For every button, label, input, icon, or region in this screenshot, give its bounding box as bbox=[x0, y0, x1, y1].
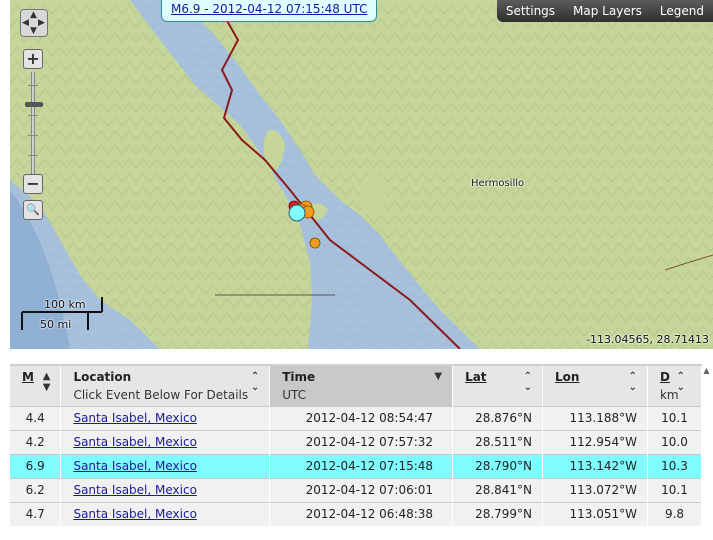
sort-desc-icon[interactable]: ▼ bbox=[434, 371, 442, 382]
lon-cell: 112.954°W bbox=[542, 429, 648, 454]
sort-both-icon[interactable]: ⌃ ⌄ bbox=[629, 371, 637, 393]
column-sublabel: UTC bbox=[282, 388, 307, 402]
quake-marker-selected bbox=[288, 204, 306, 222]
sort-both-icon[interactable]: ⌃ ⌄ bbox=[524, 371, 532, 393]
sort-both-icon[interactable]: ⌃ ⌄ bbox=[677, 371, 685, 393]
column-sublabel: Click Event Below For Details bbox=[73, 388, 249, 402]
scale-bar: 100 km 50 mi bbox=[22, 295, 122, 335]
zoom-in-button[interactable]: + bbox=[23, 49, 43, 69]
zoom-tick bbox=[28, 135, 38, 136]
map-layers-button[interactable]: Map Layers bbox=[564, 0, 651, 22]
lat-cell: 28.790°N bbox=[452, 453, 544, 478]
time-cell: 2012-04-12 06:48:38 bbox=[269, 501, 454, 526]
pan-left-icon[interactable]: ◀ bbox=[22, 19, 29, 28]
zoom-slider-track[interactable] bbox=[31, 72, 35, 174]
column-header-location[interactable]: Location Click Event Below For Details ⌃… bbox=[60, 366, 271, 406]
magnifier-icon[interactable]: 🔍 bbox=[23, 200, 43, 220]
lon-cell: 113.142°W bbox=[542, 453, 648, 478]
lon-cell: 113.072°W bbox=[542, 477, 648, 502]
legend-button[interactable]: Legend bbox=[651, 0, 713, 22]
location-link[interactable]: Santa Isabel, Mexico bbox=[73, 459, 196, 473]
quake-marker bbox=[309, 237, 321, 249]
magnitude-cell: 4.7 bbox=[10, 501, 62, 526]
column-header-depth[interactable]: D km ⌃ ⌄ bbox=[647, 366, 703, 406]
location-cell: Santa Isabel, Mexico bbox=[60, 429, 271, 454]
earthquake-table: M ▲ ▼ Location Click Event Below For Deta… bbox=[10, 366, 703, 526]
column-header-lat[interactable]: Lat ⌃ ⌄ bbox=[452, 366, 544, 406]
pan-right-icon[interactable]: ▶ bbox=[38, 19, 45, 28]
table-row[interactable]: 6.2 Santa Isabel, Mexico 2012-04-12 07:06:… bbox=[10, 477, 703, 502]
map-toolbar: Settings Map Layers Legend bbox=[496, 0, 713, 22]
magnitude-cell: 6.2 bbox=[10, 477, 62, 502]
column-header-time[interactable]: Time UTC ▼ bbox=[269, 366, 454, 406]
scale-km-label: 100 km bbox=[44, 298, 86, 311]
table-row[interactable]: 4.2 Santa Isabel, Mexico 2012-04-12 07:57:… bbox=[10, 429, 703, 454]
time-cell: 2012-04-12 08:54:47 bbox=[269, 405, 454, 430]
pan-up-icon[interactable]: ▲ bbox=[30, 11, 37, 20]
column-label: M bbox=[22, 370, 34, 384]
depth-cell: 9.8 bbox=[647, 501, 703, 526]
zoom-tick bbox=[28, 155, 38, 156]
cursor-coordinates: -113.04565, 28.71413 bbox=[586, 333, 709, 346]
zoom-slider-handle[interactable] bbox=[25, 102, 43, 107]
column-label: Lat bbox=[465, 370, 487, 384]
sort-both-icon[interactable]: ▲ ▼ bbox=[43, 371, 51, 393]
settings-button[interactable]: Settings bbox=[497, 0, 564, 22]
magnitude-cell: 4.4 bbox=[10, 405, 62, 430]
scale-mi-label: 50 mi bbox=[40, 318, 72, 331]
lat-cell: 28.841°N bbox=[452, 477, 544, 502]
sort-both-icon[interactable]: ⌃ ⌄ bbox=[251, 371, 259, 393]
table-row[interactable]: 4.7 Santa Isabel, Mexico 2012-04-12 06:48:… bbox=[10, 501, 703, 526]
depth-cell: 10.0 bbox=[647, 429, 703, 454]
location-link[interactable]: Santa Isabel, Mexico bbox=[73, 435, 196, 449]
column-label: Location bbox=[73, 370, 132, 384]
magnitude-cell: 6.9 bbox=[10, 453, 62, 478]
depth-cell: 10.1 bbox=[647, 405, 703, 430]
earthquake-map[interactable]: ▲ ▼ ◀ ▶ + − 🔍 M6.9 - 2012-04-12 07:15:48… bbox=[10, 0, 713, 349]
event-popup-link[interactable]: M6.9 - 2012-04-12 07:15:48 UTC bbox=[161, 0, 378, 22]
zoom-tick bbox=[28, 85, 38, 86]
zoom-tick bbox=[28, 115, 38, 116]
column-label: Time bbox=[282, 370, 316, 384]
time-cell: 2012-04-12 07:57:32 bbox=[269, 429, 454, 454]
magnitude-cell: 4.2 bbox=[10, 429, 62, 454]
column-label: D bbox=[659, 370, 670, 384]
location-link[interactable]: Santa Isabel, Mexico bbox=[73, 483, 196, 497]
time-cell: 2012-04-12 07:15:48 bbox=[269, 453, 454, 478]
location-link[interactable]: Santa Isabel, Mexico bbox=[73, 411, 196, 425]
location-link[interactable]: Santa Isabel, Mexico bbox=[73, 507, 196, 521]
lat-cell: 28.799°N bbox=[452, 501, 544, 526]
location-cell: Santa Isabel, Mexico bbox=[60, 453, 271, 478]
pan-control[interactable]: ▲ ▼ ◀ ▶ bbox=[20, 9, 48, 37]
time-cell: 2012-04-12 07:06:01 bbox=[269, 477, 454, 502]
pan-down-icon[interactable]: ▼ bbox=[30, 27, 37, 36]
column-label: Lon bbox=[555, 370, 580, 384]
depth-cell: 10.3 bbox=[647, 453, 703, 478]
table-header-row: M ▲ ▼ Location Click Event Below For Deta… bbox=[10, 366, 703, 406]
table-row[interactable]: 6.9 Santa Isabel, Mexico 2012-04-12 07:15:… bbox=[10, 453, 703, 478]
app-root: ▲ ▼ ◀ ▶ + − 🔍 M6.9 - 2012-04-12 07:15:48… bbox=[0, 0, 713, 540]
location-cell: Santa Isabel, Mexico bbox=[60, 501, 271, 526]
scroll-up-icon[interactable]: ▲ bbox=[702, 366, 711, 376]
lat-cell: 28.511°N bbox=[452, 429, 544, 454]
depth-cell: 10.1 bbox=[647, 477, 703, 502]
lon-cell: 113.051°W bbox=[542, 501, 648, 526]
lat-cell: 28.876°N bbox=[452, 405, 544, 430]
city-label: Hermosillo bbox=[471, 178, 525, 189]
column-header-lon[interactable]: Lon ⌃ ⌄ bbox=[542, 366, 648, 406]
location-cell: Santa Isabel, Mexico bbox=[60, 405, 271, 430]
zoom-out-button[interactable]: − bbox=[23, 174, 43, 194]
table-body: 4.4 Santa Isabel, Mexico 2012-04-12 08:54:… bbox=[10, 405, 703, 526]
table-row[interactable]: 4.4 Santa Isabel, Mexico 2012-04-12 08:54:… bbox=[10, 405, 703, 430]
column-header-magnitude[interactable]: M ▲ ▼ bbox=[10, 366, 62, 406]
location-cell: Santa Isabel, Mexico bbox=[60, 477, 271, 502]
lon-cell: 113.188°W bbox=[542, 405, 648, 430]
